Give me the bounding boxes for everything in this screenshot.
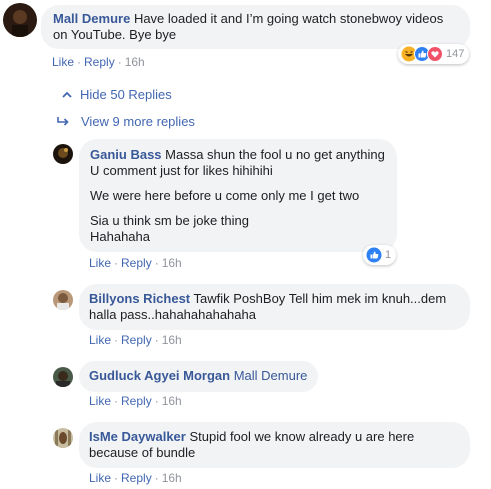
avatar-billyons-richest[interactable] (53, 290, 73, 310)
like-button[interactable]: Like (52, 55, 74, 69)
comment-bubble: Mall Demure Have loaded it and I’m going… (41, 5, 470, 49)
comment-author[interactable]: Billyons Richest (89, 291, 190, 306)
comment-text: U comment just for likes hihihihi (90, 163, 273, 178)
comment-actions: Like · Reply · 16h (89, 394, 182, 408)
comment-text: Sia u think sm be joke thing (90, 213, 249, 228)
mention-tag[interactable]: Mall Demure (234, 368, 308, 383)
comment-first-line: Ganiu Bass Massa shun the fool u no get … (90, 147, 386, 163)
view-more-replies-label: View 9 more replies (81, 114, 195, 129)
hide-replies-label: Hide 50 Replies (80, 87, 172, 102)
reaction-summary[interactable]: 147 (398, 44, 470, 64)
separator: · (114, 333, 119, 347)
avatar-isme-daywalker[interactable] (53, 428, 73, 448)
comment-text: Stupid fool we know already u are here (189, 429, 415, 444)
comment-bubble: Ganiu Bass Massa shun the fool u no get … (79, 139, 397, 252)
comment-text: because of bundle (89, 445, 196, 460)
comment-author[interactable]: IsMe Daywalker (89, 429, 186, 444)
timestamp[interactable]: 16h (162, 256, 182, 270)
comment-actions: Like · Reply · 16h (89, 471, 182, 485)
comment-bubble: IsMe Daywalker Stupid fool we know alrea… (79, 422, 470, 468)
separator: · (154, 471, 159, 485)
comment-author[interactable]: Mall Demure (53, 11, 130, 26)
like-button[interactable]: Like (89, 333, 111, 347)
reply-button[interactable]: Reply (84, 55, 115, 69)
separator: · (154, 394, 159, 408)
separator: · (114, 471, 119, 485)
comment-actions: Like · Reply · 16h (52, 55, 145, 69)
separator: · (114, 256, 119, 270)
reaction-count: 1 (385, 249, 392, 261)
separator: · (77, 55, 82, 69)
reaction-count: 147 (446, 48, 465, 60)
avatar-gudluck-agyei-morgan[interactable] (53, 367, 73, 387)
like-icon (366, 247, 382, 263)
reply-button[interactable]: Reply (121, 333, 152, 347)
avatar-ganiu-bass[interactable] (53, 144, 73, 164)
timestamp[interactable]: 16h (125, 55, 145, 69)
hide-replies-link[interactable]: Hide 50 Replies (62, 87, 172, 102)
like-button[interactable]: Like (89, 471, 111, 485)
comment-text: Hahahaha (90, 229, 150, 244)
like-button[interactable]: Like (89, 394, 111, 408)
love-icon (427, 46, 443, 62)
comment-first-line: Billyons Richest Tawfik PoshBoy Tell him… (89, 291, 460, 307)
chevron-up-icon (62, 91, 72, 98)
view-more-replies-link[interactable]: View 9 more replies (56, 114, 195, 129)
reply-button[interactable]: Reply (121, 394, 152, 408)
separator: · (117, 55, 122, 69)
timestamp[interactable]: 16h (162, 471, 182, 485)
like-button[interactable]: Like (89, 256, 111, 270)
reply-button[interactable]: Reply (121, 471, 152, 485)
comment-bubble: Billyons Richest Tawfik PoshBoy Tell him… (79, 284, 470, 330)
timestamp[interactable]: 16h (162, 394, 182, 408)
reaction-summary[interactable]: 1 (363, 245, 397, 265)
comment-bubble: Gudluck Agyei Morgan Mall Demure (79, 361, 318, 392)
comment-text: Tell him mek im knuh...dem (288, 291, 447, 306)
comment-text: We were here before u come only me I get… (90, 188, 360, 203)
comment-first-line: IsMe Daywalker Stupid fool we know alrea… (89, 429, 460, 445)
comment-author[interactable]: Gudluck Agyei Morgan (89, 368, 230, 383)
separator: · (154, 333, 159, 347)
comment-actions: Like · Reply · 16h (89, 333, 182, 347)
comment-text: Massa shun the fool u no get anything (165, 147, 385, 162)
comment-author[interactable]: Ganiu Bass (90, 147, 162, 162)
comment-actions: Like · Reply · 16h (89, 256, 182, 270)
timestamp[interactable]: 16h (162, 333, 182, 347)
reply-arrow-icon (57, 116, 69, 126)
reply-button[interactable]: Reply (121, 256, 152, 270)
mention-tag[interactable]: Tawfik PoshBoy (194, 291, 286, 306)
separator: · (114, 394, 119, 408)
separator: · (154, 256, 159, 270)
comment-text: halla pass..hahahahahahaha (89, 307, 256, 322)
avatar-mall-demure[interactable] (3, 3, 37, 37)
